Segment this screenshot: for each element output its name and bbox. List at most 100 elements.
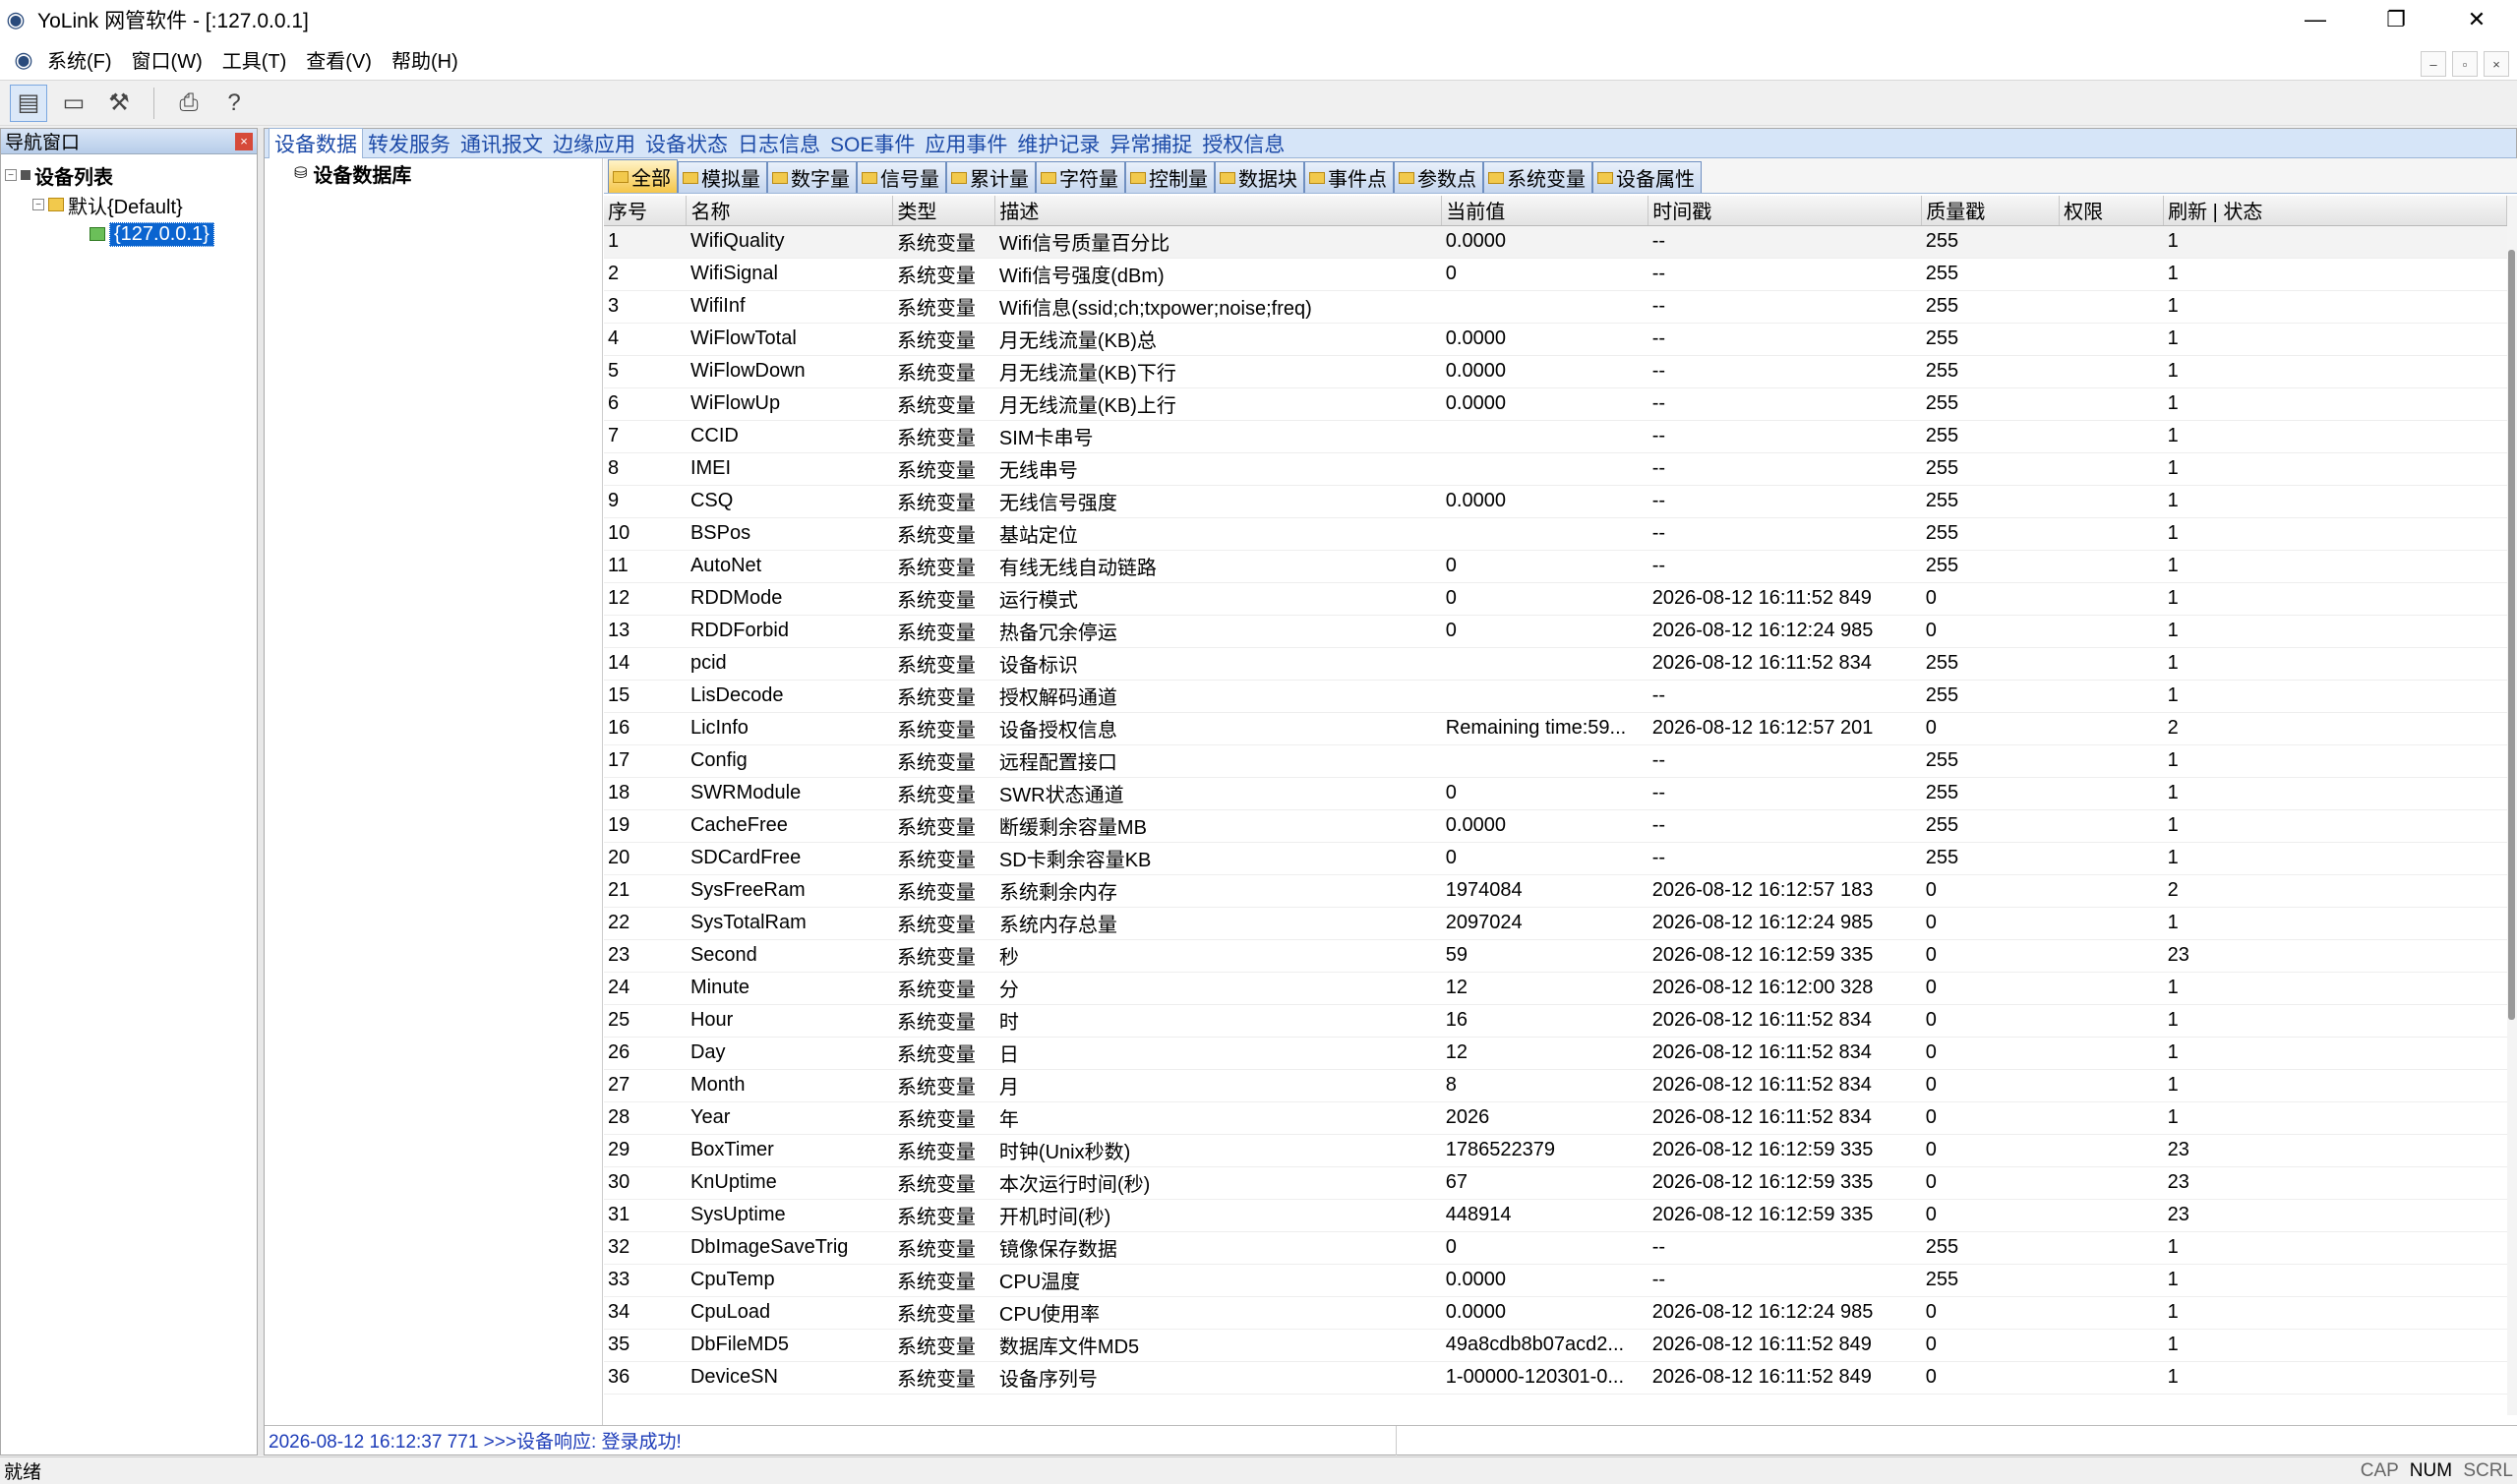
table-row[interactable]: 10 BSPos 系统变量 基站定位 -- 255 1 bbox=[604, 517, 2507, 551]
table-row[interactable]: 15 LisDecode 系统变量 授权解码通道 -- 255 1 bbox=[604, 680, 2507, 713]
menu-help[interactable]: 帮助(H) bbox=[391, 45, 458, 74]
table-row[interactable]: 4 WiFlowTotal 系统变量 月无线流量(KB)总 0.0000 -- 255 1 bbox=[604, 323, 2507, 356]
table-row[interactable]: 12 RDDMode 系统变量 运行模式 0 2026-08-12 16:11:52 84… bbox=[604, 582, 2507, 616]
subtab-all[interactable]: 全部 bbox=[608, 159, 678, 193]
minimize-button[interactable]: — bbox=[2275, 0, 2356, 39]
tab-maintenance[interactable]: 维护记录 bbox=[1012, 129, 1105, 158]
column-header[interactable]: 序号 bbox=[604, 196, 688, 226]
table-row[interactable]: 34 CpuLoad 系统变量 CPU使用率 0.0000 2026-08-12 16:1… bbox=[604, 1296, 2507, 1330]
column-header[interactable]: 类型 bbox=[892, 196, 996, 226]
table-row[interactable]: 17 Config 系统变量 远程配置接口 -- 255 1 bbox=[604, 744, 2507, 778]
table-row[interactable]: 36 DeviceSN 系统变量 设备序列号 1-00000-120301-0... 20… bbox=[604, 1361, 2507, 1395]
table-row[interactable]: 20 SDCardFree 系统变量 SD卡剩余容量KB 0 -- 255 1 bbox=[604, 842, 2507, 875]
subtab-parameter[interactable]: 参数点 bbox=[1394, 161, 1483, 193]
column-header[interactable]: 质量戳 bbox=[1921, 196, 2061, 226]
subtab-signal[interactable]: 信号量 bbox=[857, 161, 946, 193]
vertical-scrollbar[interactable] bbox=[2507, 196, 2517, 1415]
table-row[interactable]: 25 Hour 系统变量时 16 2026-08-12 16:11:52 834 0 1 bbox=[604, 1004, 2507, 1038]
tree-device[interactable]: {127.0.0.1} bbox=[5, 219, 257, 249]
menu-window[interactable]: 窗口(W) bbox=[132, 45, 203, 74]
tab-edge-apps[interactable]: 边缘应用 bbox=[548, 129, 640, 158]
mdi-eye-icon[interactable]: ◉ bbox=[0, 47, 47, 73]
db-node[interactable]: ⛁ 设备数据库 bbox=[265, 158, 602, 188]
properties-icon[interactable]: ▭ bbox=[55, 85, 92, 122]
subtab-accumulator[interactable]: 累计量 bbox=[946, 161, 1036, 193]
table-row[interactable]: 26 Day 系统变量日 12 2026-08-12 16:11:52 834 0 1 bbox=[604, 1037, 2507, 1070]
column-header[interactable]: 权限 bbox=[2059, 196, 2165, 226]
column-header[interactable]: 名称 bbox=[686, 196, 894, 226]
subtab-digital[interactable]: 数字量 bbox=[767, 161, 857, 193]
tab-device-status[interactable]: 设备状态 bbox=[640, 129, 733, 158]
subtab-analog[interactable]: 模拟量 bbox=[678, 161, 767, 193]
table-row[interactable]: 21 SysFreeRam 系统变量 系统剩余内存 1974084 2026-08-12 … bbox=[604, 874, 2507, 908]
column-header[interactable]: 时间戳 bbox=[1648, 196, 1923, 226]
table-row[interactable]: 31 SysUptime 系统变量 开机时间(秒) 448914 2026-08-12 1… bbox=[604, 1199, 2507, 1232]
tab-comm-messages[interactable]: 通讯报文 bbox=[455, 129, 548, 158]
mdi-restore-button[interactable]: ▫ bbox=[2452, 51, 2478, 77]
table-row[interactable]: 14 pcid 系统变量 设备标识 2026-08-12 16:11:52 834 255… bbox=[604, 647, 2507, 681]
tab-exception-capture[interactable]: 异常捕捉 bbox=[1105, 129, 1197, 158]
table-row[interactable]: 30 KnUptime 系统变量 本次运行时间(秒) 67 2026-08-12 16:1… bbox=[604, 1166, 2507, 1200]
table-row[interactable]: 33 CpuTemp 系统变量 CPU温度 0.0000 -- 255 1 bbox=[604, 1264, 2507, 1297]
table-row[interactable]: 3 WifiInf 系统变量 Wifi信息(ssid;ch;txpower;noise… bbox=[604, 290, 2507, 324]
close-icon[interactable]: × bbox=[235, 132, 253, 150]
table-row[interactable]: 28 Year 系统变量年 2026 2026-08-12 16:11:52 834 0 1 bbox=[604, 1101, 2507, 1135]
subtab-event-point[interactable]: 事件点 bbox=[1304, 161, 1394, 193]
table-row[interactable]: 23 Second 系统变量秒 59 2026-08-12 16:12:59 335 0 2… bbox=[604, 939, 2507, 973]
table-row[interactable]: 8 IMEI 系统变量 无线串号 -- 255 1 bbox=[604, 452, 2507, 486]
tab-log-info[interactable]: 日志信息 bbox=[733, 129, 825, 158]
subtab-system-vars[interactable]: 系统变量 bbox=[1483, 161, 1592, 193]
mdi-minimize-button[interactable]: – bbox=[2421, 51, 2446, 77]
scroll-thumb[interactable] bbox=[2508, 250, 2515, 1020]
table-row[interactable]: 35 DbFileMD5 系统变量 数据库文件MD5 49a8cdb8b07acd2..… bbox=[604, 1329, 2507, 1362]
table-row[interactable]: 19 CacheFree 系统变量 断缓剩余容量MB 0.0000 -- 255 1 bbox=[604, 809, 2507, 843]
restore-button[interactable]: ❐ bbox=[2356, 0, 2436, 39]
table-cell: 255 bbox=[1921, 355, 2060, 388]
tab-forward-service[interactable]: 转发服务 bbox=[363, 129, 455, 158]
table-row[interactable]: 11 AutoNet 系统变量 有线无线自动链路 0 -- 255 1 bbox=[604, 550, 2507, 583]
column-header[interactable]: 刷新 | 状态 bbox=[2163, 196, 2507, 226]
close-button[interactable]: ✕ bbox=[2436, 0, 2517, 39]
table-row[interactable]: 27 Month 系统变量月 8 2026-08-12 16:11:52 834 0 1 bbox=[604, 1069, 2507, 1102]
table-cell: 2026-08-12 16:12:24 985 bbox=[1648, 907, 1922, 940]
subtab-control[interactable]: 控制量 bbox=[1125, 161, 1215, 193]
table-row[interactable]: 1 WifiQuality 系统变量 Wifi信号质量百分比 0.0000 -- 255 1 bbox=[604, 225, 2507, 259]
subtab-string[interactable]: 字符量 bbox=[1036, 161, 1125, 193]
subtab-device-props[interactable]: 设备属性 bbox=[1592, 161, 1702, 193]
tree-root[interactable]: − 设备列表 bbox=[5, 160, 257, 190]
menu-system[interactable]: 系统(F) bbox=[47, 45, 112, 74]
menu-view[interactable]: 查看(V) bbox=[306, 45, 372, 74]
table-row[interactable]: 7 CCID 系统变量 SIM卡串号 -- 255 1 bbox=[604, 420, 2507, 453]
table-row[interactable]: 16 LicInfo 系统变量 设备授权信息 Remaining time:59... 2… bbox=[604, 712, 2507, 745]
menu-tools[interactable]: 工具(T) bbox=[222, 45, 287, 74]
subtab-datablock[interactable]: 数据块 bbox=[1215, 161, 1304, 193]
navigation-window-icon[interactable]: ▤ bbox=[10, 84, 47, 122]
table-row[interactable]: 2 WifiSignal 系统变量 Wifi信号强度(dBm) 0 -- 255 1 bbox=[604, 258, 2507, 291]
table-cell: 2026-08-12 16:11:52 849 bbox=[1648, 582, 1922, 616]
mdi-close-button[interactable]: × bbox=[2484, 51, 2509, 77]
table-row[interactable]: 32 DbImageSaveTrig 系统变量 镜像保存数据 0 -- 255 1 bbox=[604, 1231, 2507, 1265]
table-row[interactable]: 24 Minute 系统变量分 12 2026-08-12 16:12:00 328 0 1 bbox=[604, 972, 2507, 1005]
tree-group[interactable]: − 默认{Default} bbox=[5, 190, 257, 219]
print-icon[interactable]: ⎙ bbox=[170, 85, 208, 122]
help-icon[interactable]: ? bbox=[215, 85, 253, 122]
table-row[interactable]: 5 WiFlowDown 系统变量 月无线流量(KB)下行 0.0000 -- 255 1 bbox=[604, 355, 2507, 388]
tab-device-data[interactable]: 设备数据 bbox=[269, 128, 363, 158]
tab-license-info[interactable]: 授权信息 bbox=[1197, 129, 1289, 158]
table-row[interactable]: 9 CSQ 系统变量 无线信号强度 0.0000 -- 255 1 bbox=[604, 485, 2507, 518]
table-row[interactable]: 13 RDDForbid 系统变量 热备冗余停运 0 2026-08-12 16:12:2… bbox=[604, 615, 2507, 648]
tab-app-events[interactable]: 应用事件 bbox=[920, 129, 1012, 158]
table-cell: 0 bbox=[1921, 1101, 2060, 1135]
column-header[interactable]: 当前值 bbox=[1441, 196, 1649, 226]
tab-soe-events[interactable]: SOE事件 bbox=[825, 129, 920, 158]
collapse-icon[interactable]: − bbox=[5, 169, 17, 181]
table-cell: 255 bbox=[1921, 452, 2060, 486]
tools-icon[interactable]: ⚒ bbox=[100, 85, 138, 122]
table-row[interactable]: 29 BoxTimer 系统变量 时钟(Unix秒数) 1786522379 2026-0… bbox=[604, 1134, 2507, 1167]
table-cell: 授权解码通道 bbox=[994, 680, 1442, 713]
collapse-icon[interactable]: − bbox=[32, 199, 44, 210]
table-row[interactable]: 6 WiFlowUp 系统变量 月无线流量(KB)上行 0.0000 -- 255 1 bbox=[604, 387, 2507, 421]
table-row[interactable]: 22 SysTotalRam 系统变量 系统内存总量 2097024 2026-08-12… bbox=[604, 907, 2507, 940]
column-header[interactable]: 描述 bbox=[994, 196, 1443, 226]
table-row[interactable]: 18 SWRModule 系统变量 SWR状态通道 0 -- 255 1 bbox=[604, 777, 2507, 810]
